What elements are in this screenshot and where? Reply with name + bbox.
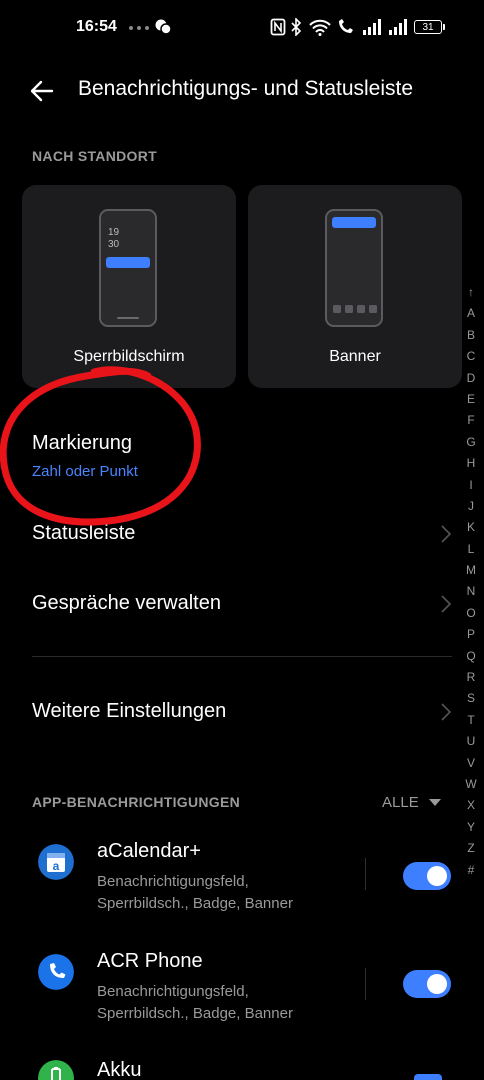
- alpha-index-letter[interactable]: H: [462, 453, 480, 474]
- preview-home-indicator: [117, 317, 139, 319]
- alpha-index-letter[interactable]: Q: [462, 646, 480, 667]
- conversations-row[interactable]: Gespräche verwalten: [0, 572, 460, 638]
- alpha-index-letter[interactable]: F: [462, 410, 480, 431]
- lockscreen-preview: 19 30: [99, 209, 157, 327]
- alpha-index-letter[interactable]: M: [462, 560, 480, 581]
- notification-dots-icon: [129, 26, 149, 30]
- alpha-index-letter[interactable]: X: [462, 795, 480, 816]
- app-row-acalendar[interactable]: a aCalendar+ Benachrichtigungsfeld, Sper…: [0, 838, 460, 930]
- app-name: Akku: [97, 1059, 142, 1080]
- battery-icon: 31: [414, 20, 445, 34]
- filter-dropdown[interactable]: ALLE: [382, 792, 444, 814]
- wifi-icon: [309, 19, 331, 36]
- alphabet-index[interactable]: ↑ A B C D E F G H I J K L M N O P Q R S T U V W X Y Z #: [462, 282, 480, 881]
- signal-1-icon: [363, 19, 381, 35]
- alpha-index-letter[interactable]: B: [462, 325, 480, 346]
- app-row-akku[interactable]: Akku: [0, 1056, 460, 1080]
- signal-2-icon: [389, 19, 407, 35]
- calendar-icon: a: [38, 844, 74, 880]
- alpha-index-letter[interactable]: #: [462, 860, 480, 881]
- app-row-acr-phone[interactable]: ACR Phone Benachrichtigungsfeld, Sperrbi…: [0, 948, 460, 1040]
- app-name: aCalendar+: [97, 840, 201, 862]
- alpha-index-letter[interactable]: O: [462, 603, 480, 624]
- alpha-index-letter[interactable]: N: [462, 581, 480, 602]
- alpha-index-letter[interactable]: I: [462, 475, 480, 496]
- alpha-index-letter[interactable]: ↑: [462, 282, 480, 303]
- app-desc-line1: Benachrichtigungsfeld,: [97, 983, 249, 1000]
- chevron-right-icon: [441, 525, 452, 543]
- preview-time-minute: 30: [108, 239, 120, 250]
- notification-toggle[interactable]: [414, 1074, 442, 1080]
- annotation-circle: [0, 366, 201, 526]
- banner-card[interactable]: Banner: [248, 185, 462, 388]
- chevron-right-icon: [441, 595, 452, 613]
- alpha-index-letter[interactable]: K: [462, 517, 480, 538]
- alpha-index-letter[interactable]: A: [462, 303, 480, 324]
- app-desc-line2: Sperrbildsch., Badge, Banner: [97, 895, 293, 912]
- chevron-right-icon: [441, 703, 452, 721]
- alpha-index-letter[interactable]: G: [462, 432, 480, 453]
- svg-text:a: a: [53, 859, 60, 873]
- lockscreen-card[interactable]: 19 30 Sperrbildschirm: [22, 185, 236, 388]
- alpha-index-letter[interactable]: Y: [462, 817, 480, 838]
- divider: [32, 656, 452, 657]
- bluetooth-icon: [291, 18, 302, 36]
- app-desc-line2: Sperrbildsch., Badge, Banner: [97, 1005, 293, 1022]
- chat-bubble-icon: [155, 19, 172, 35]
- status-bar: 16:54 31: [0, 0, 484, 56]
- battery-icon: [38, 1060, 74, 1080]
- phone-icon: [38, 954, 74, 990]
- alpha-index-letter[interactable]: P: [462, 624, 480, 645]
- preview-banner-bar: [332, 217, 376, 228]
- alpha-index-letter[interactable]: V: [462, 753, 480, 774]
- preview-dock-icon: [333, 305, 377, 313]
- preview-notification-bar: [106, 257, 150, 268]
- notification-toggle[interactable]: [403, 862, 451, 890]
- alpha-index-letter[interactable]: E: [462, 389, 480, 410]
- conversations-row-title: Gespräche verwalten: [32, 592, 221, 614]
- alpha-index-letter[interactable]: S: [462, 688, 480, 709]
- volte-call-icon: [339, 19, 353, 33]
- nfc-icon: [270, 18, 286, 36]
- filter-dropdown-label: ALLE: [382, 794, 419, 811]
- alpha-index-letter[interactable]: J: [462, 496, 480, 517]
- banner-card-label: Banner: [329, 348, 381, 365]
- caret-down-icon: [429, 799, 441, 806]
- back-button[interactable]: [28, 76, 58, 106]
- alpha-index-letter[interactable]: R: [462, 667, 480, 688]
- notification-toggle[interactable]: [403, 970, 451, 998]
- alpha-index-letter[interactable]: D: [462, 368, 480, 389]
- alpha-index-letter[interactable]: U: [462, 731, 480, 752]
- section-header-app-notifications: APP-BENACHRICHTIGUNGEN: [32, 794, 241, 810]
- separator: [365, 858, 366, 890]
- more-settings-row[interactable]: Weitere Einstellungen: [0, 678, 460, 744]
- page-title: Benachrichtigungs- und Statusleiste: [78, 77, 414, 100]
- preview-time-hour: 19: [108, 227, 120, 238]
- clock: 16:54: [76, 18, 117, 35]
- alpha-index-letter[interactable]: T: [462, 710, 480, 731]
- separator: [365, 968, 366, 1000]
- alpha-index-letter[interactable]: L: [462, 539, 480, 560]
- section-header-location: NACH STANDORT: [32, 148, 157, 164]
- banner-preview: [325, 209, 383, 327]
- app-name: ACR Phone: [97, 950, 203, 972]
- alpha-index-letter[interactable]: Z: [462, 838, 480, 859]
- alpha-index-letter[interactable]: C: [462, 346, 480, 367]
- more-settings-row-title: Weitere Einstellungen: [32, 700, 227, 722]
- alpha-index-letter[interactable]: W: [462, 774, 480, 795]
- app-desc-line1: Benachrichtigungsfeld,: [97, 873, 249, 890]
